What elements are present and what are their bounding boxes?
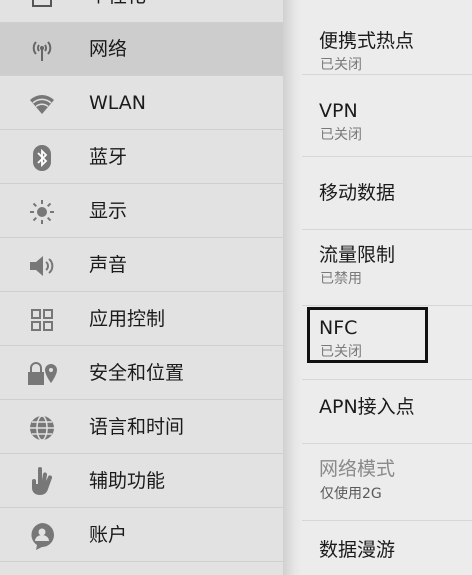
hand-icon (26, 467, 58, 496)
sidebar-item-label: 辅助功能 (89, 470, 166, 492)
sidebar-item-display[interactable]: 显示 (0, 185, 283, 238)
sidebar-item-wlan[interactable]: WLAN (0, 77, 283, 130)
personalize-icon (26, 0, 58, 11)
sidebar-item-label: 语言和时间 (89, 416, 185, 438)
setting-status: 已关闭 (320, 57, 362, 73)
sidebar-item-label: 账户 (89, 524, 128, 546)
setting-title: 数据漫游 (319, 539, 396, 561)
sidebar-item-label: 声音 (89, 254, 128, 276)
setting-title: VPN (319, 100, 358, 122)
network-icon (26, 36, 58, 64)
nfc-highlight-box (307, 307, 428, 363)
sidebar-item-bluetooth[interactable]: 蓝牙 (0, 131, 283, 184)
pane-divider (283, 0, 302, 575)
setting-status: 已禁用 (320, 271, 362, 287)
sidebar-item-personalize[interactable]: 个性化 (0, 0, 283, 23)
sidebar-item-label: 个性化 (89, 0, 146, 8)
sidebar-item-label: 网络 (89, 38, 128, 60)
sidebar-item-accessibility[interactable]: 辅助功能 (0, 455, 283, 508)
sidebar-item-sound[interactable]: 声音 (0, 239, 283, 292)
setting-apn[interactable]: APN接入点 (302, 380, 472, 444)
setting-data-limit[interactable]: 流量限制 已禁用 (302, 230, 472, 306)
setting-status: 仅使用2G (320, 486, 382, 502)
setting-network-mode: 网络模式 仅使用2G (302, 444, 472, 521)
bluetooth-icon (26, 144, 58, 172)
lock-location-icon (26, 360, 58, 388)
sidebar-item-network[interactable]: 网络 (0, 23, 283, 76)
account-icon (26, 522, 58, 550)
brightness-icon (26, 198, 58, 226)
sidebar: 个性化 网络 WLAN (0, 0, 283, 575)
sidebar-item-label: 应用控制 (89, 308, 166, 330)
setting-data-roaming[interactable]: 数据漫游 (302, 521, 472, 575)
sidebar-item-language-time[interactable]: 语言和时间 (0, 401, 283, 454)
apps-grid-icon (26, 306, 58, 334)
sidebar-item-label: WLAN (89, 92, 147, 114)
sidebar-item-account[interactable]: 账户 (0, 509, 283, 562)
wifi-icon (26, 90, 58, 118)
sidebar-item-app-control[interactable]: 应用控制 (0, 293, 283, 346)
setting-mobile-data[interactable]: 移动数据 (302, 157, 472, 230)
setting-title: 网络模式 (319, 458, 396, 480)
setting-title: 便携式热点 (319, 30, 415, 52)
setting-portable-hotspot[interactable]: 便携式热点 已关闭 (302, 10, 472, 75)
speaker-icon (26, 252, 58, 280)
sidebar-item-label: 蓝牙 (89, 146, 128, 168)
setting-title: 流量限制 (319, 244, 396, 266)
setting-title: 移动数据 (319, 182, 396, 204)
sidebar-item-label: 显示 (89, 200, 128, 222)
setting-title: APN接入点 (319, 396, 415, 418)
sidebar-item-label: 安全和位置 (89, 362, 185, 384)
sidebar-item-security-location[interactable]: 安全和位置 (0, 347, 283, 400)
setting-vpn[interactable]: VPN 已关闭 (302, 75, 472, 157)
globe-icon (26, 414, 58, 442)
setting-status: 已关闭 (320, 127, 362, 143)
